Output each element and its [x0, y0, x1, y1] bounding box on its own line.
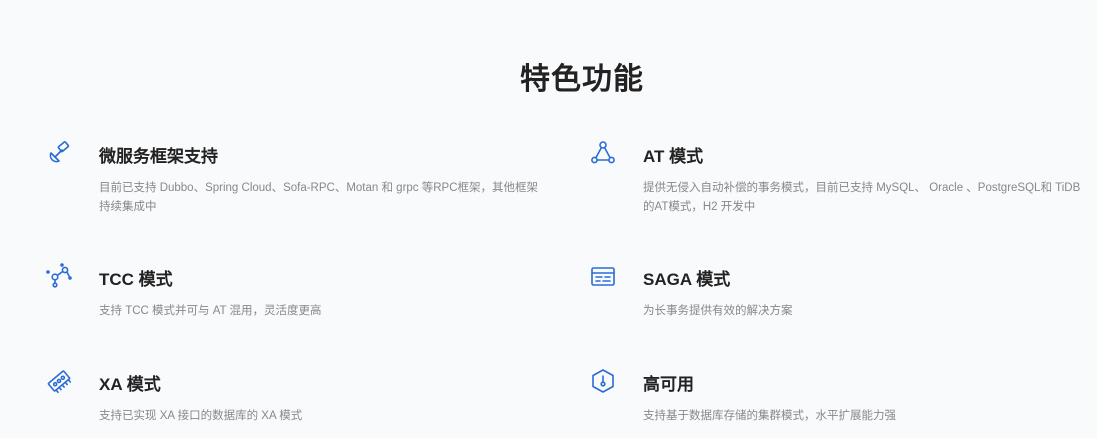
- feature-desc: 提供无侵入自动补偿的事务模式，目前已支持 MySQL、 Oracle 、Post…: [643, 182, 1081, 213]
- feature-title: AT 模式: [643, 147, 704, 166]
- hexagon-shield-icon: [590, 368, 616, 394]
- feature-desc: 支持 TCC 模式并可与 AT 混用，灵活度更高: [99, 305, 322, 317]
- molecule-icon: [46, 263, 72, 289]
- feature-desc: 支持基于数据库存储的集群模式，水平扩展能力强: [643, 410, 896, 422]
- feature-title: SAGA 模式: [643, 270, 731, 289]
- feature-desc: 支持已实现 XA 接口的数据库的 XA 模式: [99, 410, 303, 422]
- page-title: 特色功能: [520, 63, 644, 97]
- feature-title: 高可用: [643, 375, 694, 394]
- feature-title: XA 模式: [99, 375, 161, 394]
- feature-desc: 为长事务提供有效的解决方案: [643, 305, 793, 317]
- feature-title: 微服务框架支持: [99, 147, 218, 166]
- browser-window-icon: [590, 263, 616, 289]
- feature-desc: 目前已支持 Dubbo、Spring Cloud、Sofa-RPC、Motan …: [99, 182, 539, 213]
- memory-chip-icon: [46, 368, 72, 394]
- satellite-icon: [46, 140, 72, 166]
- feature-title: TCC 模式: [99, 270, 173, 289]
- network-nodes-icon: [590, 140, 616, 166]
